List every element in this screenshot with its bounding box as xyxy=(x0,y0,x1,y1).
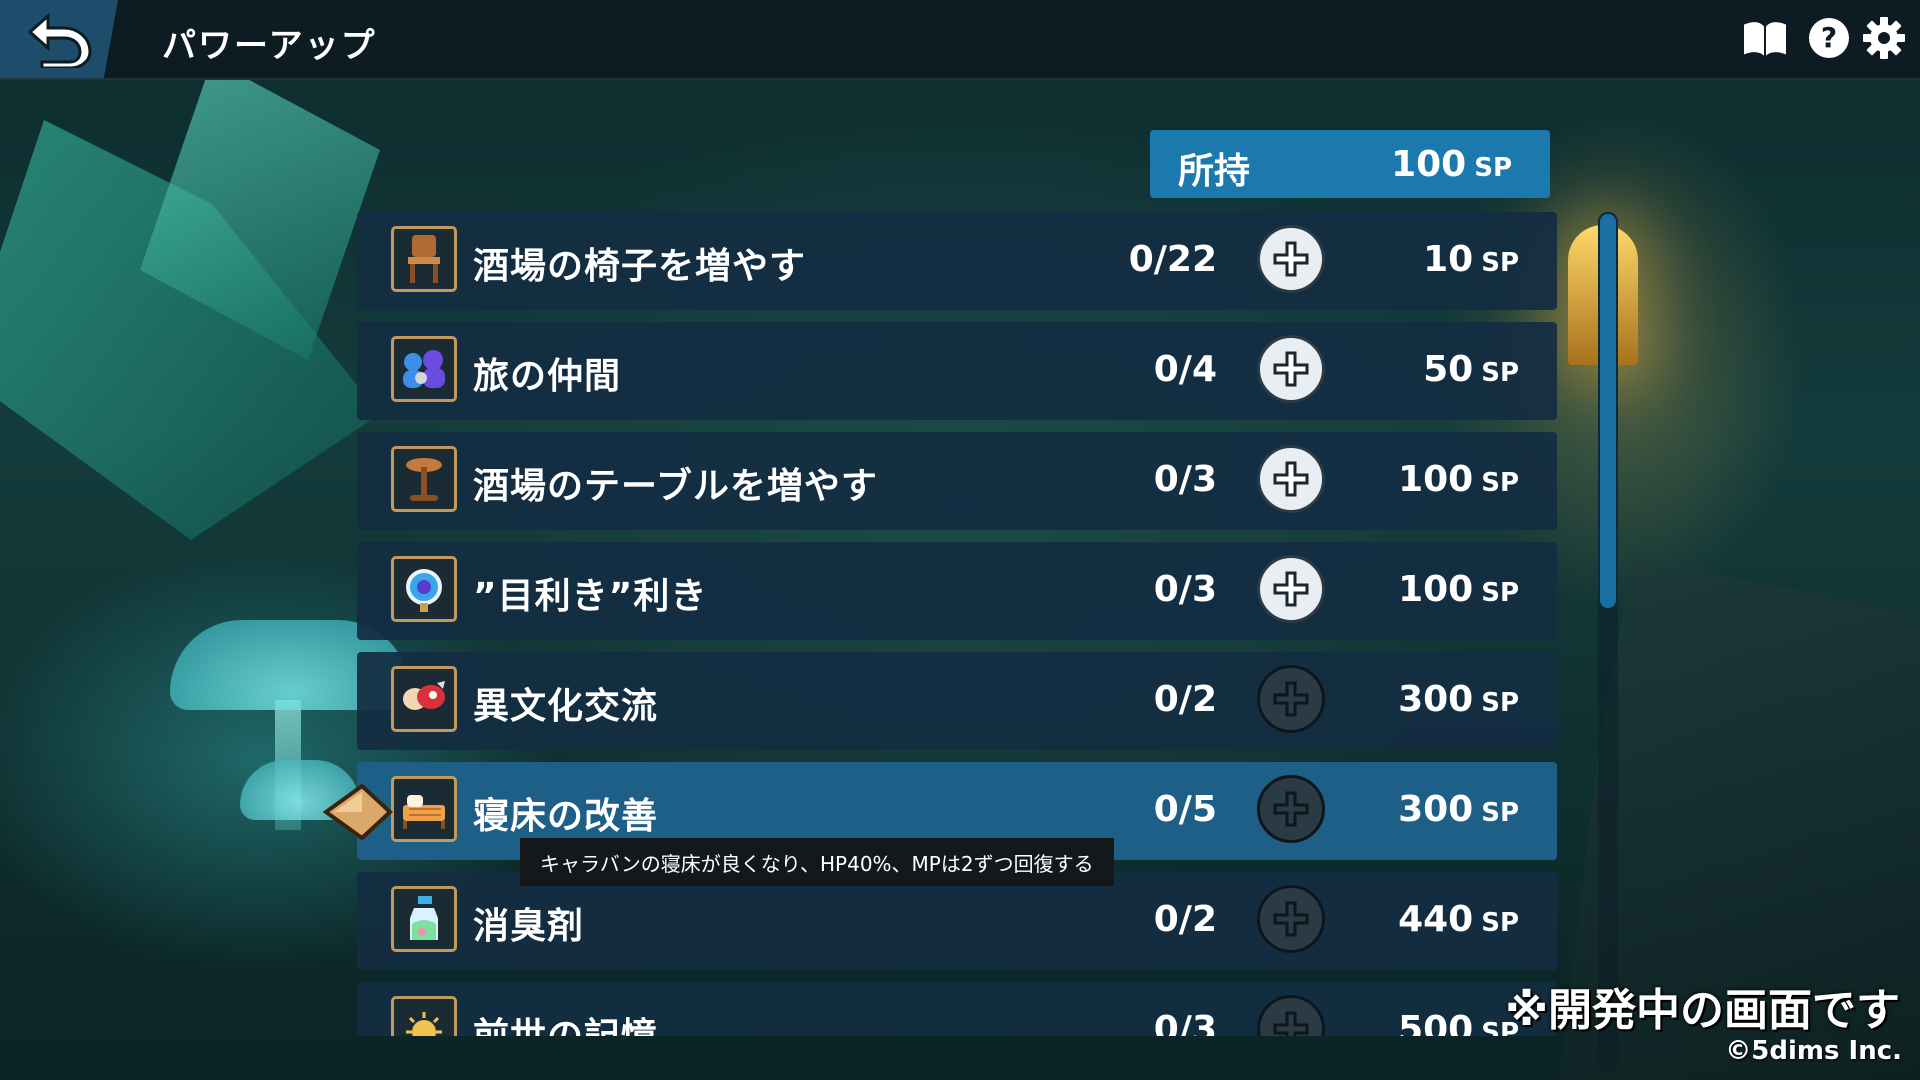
upgrade-row[interactable]: 旅の仲間 0/4 50 SP xyxy=(357,322,1557,420)
memory-icon xyxy=(391,996,457,1036)
owned-label: 所持 xyxy=(1178,151,1251,192)
plus-icon xyxy=(1273,901,1309,937)
upgrade-name: 寝床の改善 xyxy=(473,796,659,837)
upgrade-count: 0/3 xyxy=(1153,1009,1217,1036)
upgrade-cost: 300 SP xyxy=(1398,789,1519,830)
plus-icon xyxy=(1273,571,1309,607)
table-icon xyxy=(391,446,457,512)
upgrade-name: 消臭剤 xyxy=(473,906,585,947)
upgrade-row[interactable]: 酒場の椅子を増やす 0/22 10 SP xyxy=(357,212,1557,310)
upgrade-count: 0/5 xyxy=(1153,789,1217,830)
upgrade-cost: 440 SP xyxy=(1398,899,1519,940)
book-icon[interactable] xyxy=(1740,16,1788,62)
owned-points-panel: 所持 100 SP xyxy=(1150,130,1550,198)
top-bar: パワーアップ ? xyxy=(0,0,1920,80)
crystal-decoration-2 xyxy=(140,60,380,360)
companions-icon xyxy=(391,336,457,402)
upgrade-name: 異文化交流 xyxy=(473,686,659,727)
scrollbar-thumb[interactable] xyxy=(1598,212,1618,610)
chair-icon xyxy=(391,226,457,292)
plus-icon xyxy=(1273,1011,1309,1036)
upgrade-cost: 300 SP xyxy=(1398,679,1519,720)
plus-icon xyxy=(1273,681,1309,717)
upgrade-count: 0/4 xyxy=(1153,349,1217,390)
add-upgrade-button-disabled[interactable] xyxy=(1257,775,1325,843)
gear-icon[interactable] xyxy=(1862,16,1908,62)
help-icon[interactable]: ? xyxy=(1807,16,1853,62)
upgrade-row[interactable]: 酒場のテーブルを増やす 0/3 100 SP xyxy=(357,432,1557,530)
plus-icon xyxy=(1273,461,1309,497)
copyright-text: ©5dims Inc. xyxy=(1725,1036,1902,1066)
upgrade-count: 0/2 xyxy=(1153,679,1217,720)
add-upgrade-button-disabled[interactable] xyxy=(1257,995,1325,1036)
add-upgrade-button-disabled[interactable] xyxy=(1257,885,1325,953)
upgrade-cost: 10 SP xyxy=(1423,239,1519,280)
upgrade-cost: 50 SP xyxy=(1423,349,1519,390)
add-upgrade-button[interactable] xyxy=(1257,335,1325,403)
add-upgrade-button[interactable] xyxy=(1257,555,1325,623)
upgrade-name: 旅の仲間 xyxy=(473,356,622,397)
upgrade-row[interactable]: ”目利き”利き 0/3 100 SP xyxy=(357,542,1557,640)
mushroom-stem-decoration xyxy=(275,700,301,830)
upgrade-name: 前世の記憶 xyxy=(473,1007,658,1036)
plus-icon xyxy=(1273,241,1309,277)
owned-points-value: 100 SP xyxy=(1391,144,1512,185)
upgrade-cost: 500 SP xyxy=(1398,1009,1519,1036)
selection-cursor-icon xyxy=(322,783,393,841)
undo-arrow-icon xyxy=(27,12,92,68)
upgrade-name: 酒場の椅子を増やす xyxy=(473,246,807,287)
add-upgrade-button[interactable] xyxy=(1257,445,1325,513)
description-tooltip: キャラバンの寝床が良くなり、HP40%、MPは2ずつ回復する xyxy=(520,838,1114,886)
development-notice: ※開発中の画面です xyxy=(1505,985,1900,1036)
crystal-decoration xyxy=(0,120,380,540)
upgrade-count: 0/22 xyxy=(1128,239,1217,280)
upgrade-count: 0/2 xyxy=(1153,899,1217,940)
upgrade-cost: 100 SP xyxy=(1398,459,1519,500)
svg-text:?: ? xyxy=(1821,21,1837,54)
add-upgrade-button[interactable] xyxy=(1257,225,1325,293)
deodorant-spray-icon xyxy=(391,886,457,952)
back-button[interactable] xyxy=(0,0,118,78)
plus-icon xyxy=(1273,351,1309,387)
upgrade-cost: 100 SP xyxy=(1398,569,1519,610)
upgrade-row[interactable]: 異文化交流 0/2 300 SP xyxy=(357,652,1557,750)
upgrade-name: 酒場のテーブルを増やす xyxy=(473,466,878,507)
upgrade-list[interactable]: 酒場の椅子を増やす 0/22 10 SP 旅の仲間 0/4 50 SP 酒場のテーブ… xyxy=(357,212,1557,1036)
add-upgrade-button-disabled[interactable] xyxy=(1257,665,1325,733)
upgrade-name: ”目利き”利き xyxy=(473,576,708,617)
upgrade-row[interactable]: 前世の記憶 0/3 500SP xyxy=(357,982,1557,1036)
page-title: パワーアップ xyxy=(162,26,377,66)
bed-icon xyxy=(391,776,457,842)
upgrade-row[interactable]: 消臭剤 0/2 440 SP xyxy=(357,872,1557,970)
magnifier-icon xyxy=(391,556,457,622)
upgrade-count: 0/3 xyxy=(1153,569,1217,610)
exchange-icon xyxy=(391,666,457,732)
plus-icon xyxy=(1273,791,1309,827)
upgrade-count: 0/3 xyxy=(1153,459,1217,500)
